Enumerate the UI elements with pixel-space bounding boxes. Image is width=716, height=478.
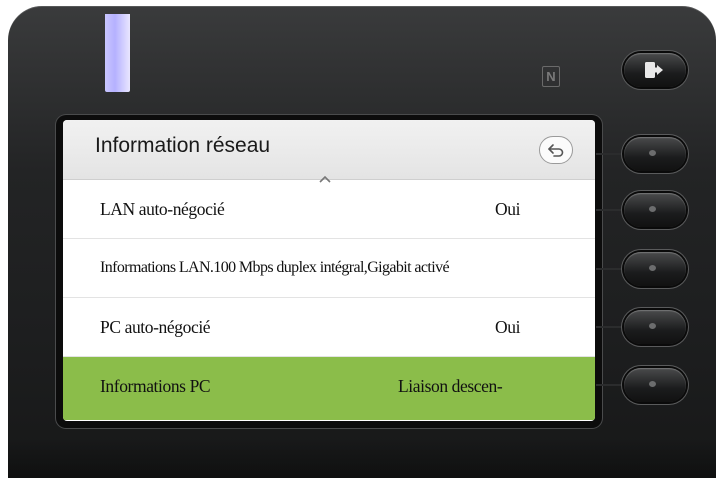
back-arrow-icon <box>548 144 564 157</box>
nfc-icon: N <box>542 66 560 87</box>
list-item-pc-info[interactable]: Informations PC Liaison descen- <box>63 357 595 420</box>
row-value: Oui <box>495 199 521 219</box>
row-value: Liaison descen- <box>398 376 503 396</box>
softkey-2[interactable] <box>624 193 686 227</box>
softkey-indicator <box>649 381 656 387</box>
list-item-lan-auto[interactable]: LAN auto-négocié Oui <box>63 180 595 239</box>
exit-key[interactable] <box>624 53 686 87</box>
title-bar: Information réseau <box>63 120 595 180</box>
connector-line <box>596 384 626 386</box>
row-label: PC auto-négocié <box>100 317 211 337</box>
page-title: Information réseau <box>95 134 271 157</box>
softkey-3[interactable] <box>624 252 686 286</box>
row-label: Informations LAN.100 Mbps duplex intégra… <box>100 259 450 276</box>
exit-icon <box>645 62 663 78</box>
back-button[interactable] <box>539 136 573 164</box>
softkey-indicator <box>649 265 656 271</box>
row-label: LAN auto-négocié <box>100 199 225 219</box>
softkey-5[interactable] <box>624 368 686 402</box>
row-value: Oui <box>495 317 521 337</box>
softkey-indicator <box>649 206 656 212</box>
connector-line <box>596 153 626 155</box>
softkey-4[interactable] <box>624 310 686 344</box>
softkey-indicator <box>649 323 656 329</box>
list-item-lan-info[interactable]: Informations LAN.100 Mbps duplex intégra… <box>63 239 595 298</box>
connector-line <box>596 209 626 211</box>
softkey-1[interactable] <box>624 137 686 171</box>
display-screen: Information réseau LAN auto-négocié Oui … <box>63 120 595 421</box>
status-led <box>105 14 130 92</box>
connector-line <box>596 326 626 328</box>
connector-line <box>596 268 626 270</box>
row-label: Informations PC <box>100 376 211 396</box>
list-item-pc-auto[interactable]: PC auto-négocié Oui <box>63 298 595 357</box>
softkey-indicator <box>649 150 656 156</box>
